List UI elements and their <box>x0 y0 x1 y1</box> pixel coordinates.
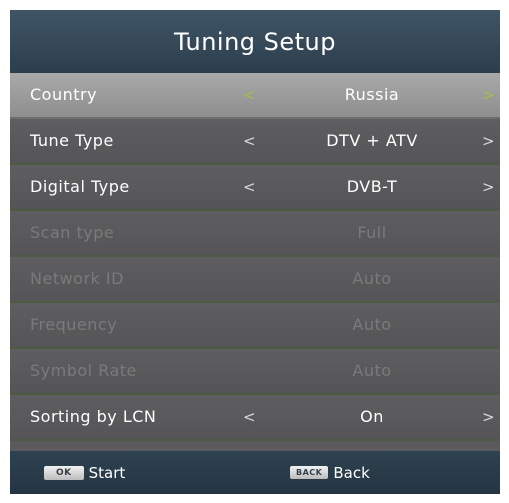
setting-label: Sorting by LCN <box>30 407 157 426</box>
menu-title: Tuning Setup <box>173 27 337 56</box>
arrow-right-icon[interactable]: > <box>482 119 495 163</box>
arrow-left-icon[interactable]: < <box>243 395 256 439</box>
start-hint[interactable]: OK Start <box>44 451 125 494</box>
arrow-right-icon[interactable]: > <box>482 165 495 209</box>
setting-label: Network ID <box>30 269 124 288</box>
setting-label: Digital Type <box>30 177 130 196</box>
setting-row-symbol-rate: Symbol Rate Auto <box>10 349 500 395</box>
start-label: Start <box>88 463 126 482</box>
arrow-left-icon[interactable]: < <box>243 165 256 209</box>
setting-row-digital-type[interactable]: Digital Type < DVB-T > <box>10 165 500 211</box>
tuning-setup-panel: Tuning Setup Country < Russia > Tune Typ… <box>10 10 500 494</box>
arrow-left-icon[interactable]: < <box>243 119 256 163</box>
back-hint[interactable]: BACK Back <box>290 451 370 494</box>
setting-value: Auto <box>352 315 392 334</box>
settings-list: Country < Russia > Tune Type < DTV + ATV… <box>10 73 500 441</box>
arrow-left-icon[interactable]: < <box>243 73 256 117</box>
setting-label: Country <box>30 85 98 104</box>
back-label: Back <box>333 463 370 482</box>
setting-value: DVB-T <box>346 177 398 196</box>
menu-header: Tuning Setup <box>10 10 500 73</box>
setting-row-scan-type: Scan type Full <box>10 211 500 257</box>
setting-row-country[interactable]: Country < Russia > <box>10 73 500 119</box>
setting-value: Auto <box>352 361 392 380</box>
setting-value: Russia <box>344 85 400 104</box>
setting-value: Auto <box>352 269 392 288</box>
setting-row-frequency: Frequency Auto <box>10 303 500 349</box>
setting-label: Tune Type <box>30 131 114 150</box>
arrow-right-icon[interactable]: > <box>482 395 495 439</box>
setting-value: Full <box>357 223 387 242</box>
arrow-right-icon[interactable]: > <box>482 73 495 117</box>
help-bar: OK Start BACK Back <box>10 451 500 494</box>
ok-key-icon: OK <box>44 465 84 480</box>
setting-row-tune-type[interactable]: Tune Type < DTV + ATV > <box>10 119 500 165</box>
setting-row-sorting-by-lcn[interactable]: Sorting by LCN < On > <box>10 395 500 441</box>
setting-label: Symbol Rate <box>30 361 137 380</box>
setting-label: Scan type <box>30 223 115 242</box>
setting-value: DTV + ATV <box>326 131 418 150</box>
setting-value: On <box>360 407 384 426</box>
setting-row-network-id: Network ID Auto <box>10 257 500 303</box>
back-key-icon: BACK <box>290 466 329 479</box>
setting-label: Frequency <box>30 315 118 334</box>
